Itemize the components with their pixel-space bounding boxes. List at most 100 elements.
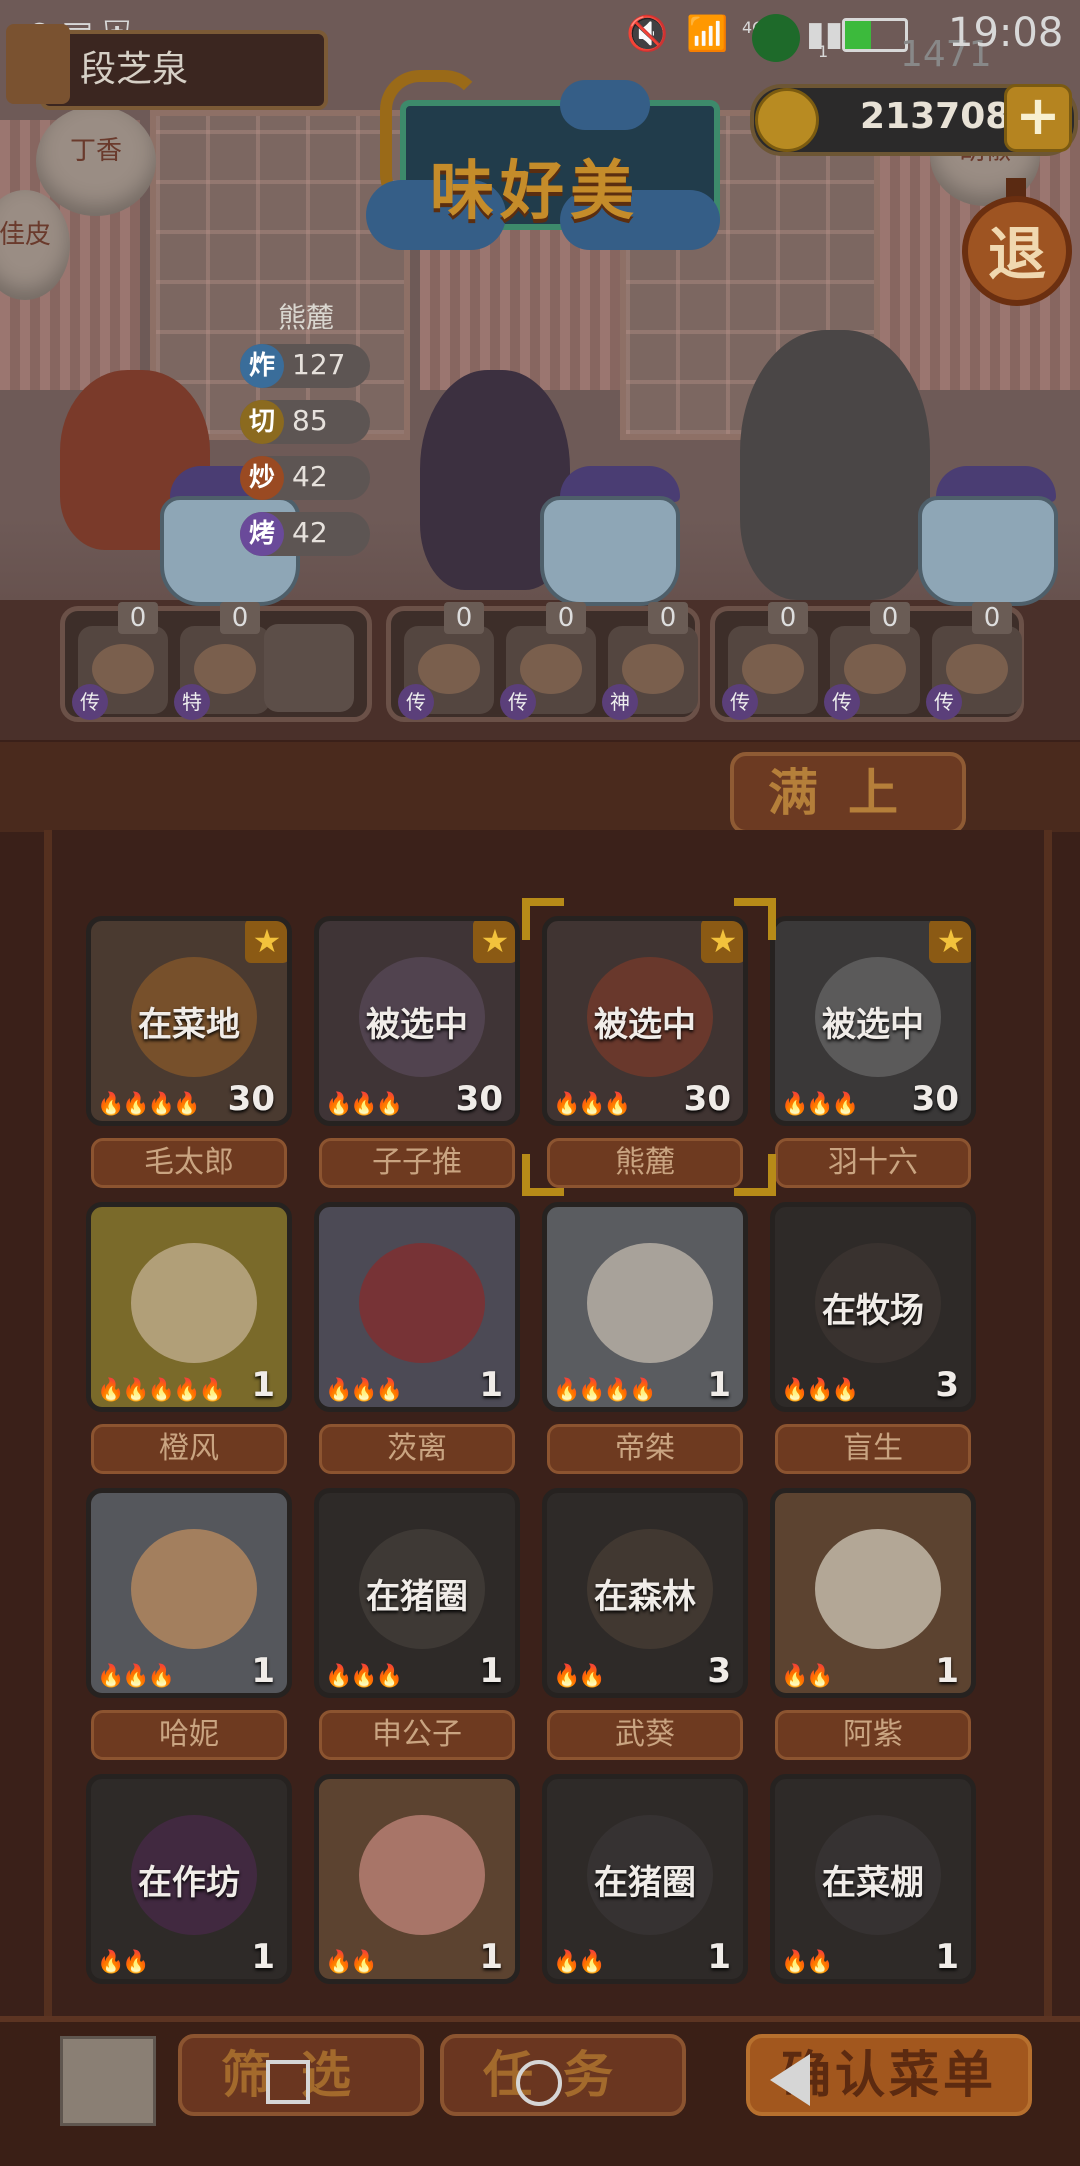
dish-count: 0 bbox=[648, 602, 688, 634]
chef-portrait bbox=[359, 1815, 485, 1935]
chef-name-plate: 哈妮 bbox=[91, 1710, 287, 1760]
battery-icon bbox=[842, 18, 908, 52]
dish-slot[interactable]: 0传 bbox=[500, 602, 596, 720]
chef-card[interactable]: 在森林 🔥🔥 3 bbox=[542, 1488, 748, 1698]
fill-up-button[interactable]: 满上 bbox=[730, 752, 966, 834]
dish-slot[interactable]: 0传 bbox=[824, 602, 920, 720]
flame-rating-icon: 🔥🔥🔥🔥 bbox=[97, 1092, 201, 1117]
dish-count: 0 bbox=[220, 602, 260, 634]
window-lattice-left bbox=[150, 110, 410, 440]
chef-card[interactable]: ★ 被选中 🔥🔥🔥 30 bbox=[542, 916, 748, 1126]
dish-rarity-badge: 特 bbox=[174, 684, 210, 720]
empty-dish-slot[interactable] bbox=[264, 624, 354, 712]
sim-number: 1 bbox=[818, 42, 829, 61]
chef-card[interactable]: 🔥🔥🔥🔥🔥 1 bbox=[86, 1202, 292, 1412]
chef-level: 1 bbox=[935, 1651, 959, 1691]
dish-rarity-badge: 传 bbox=[500, 684, 536, 720]
dish-slot[interactable]: 0传 bbox=[926, 602, 1022, 720]
coin-icon bbox=[755, 88, 819, 152]
chef-card[interactable]: ★ 在菜地 🔥🔥🔥🔥 30 bbox=[86, 916, 292, 1126]
chef-name-plate: 熊麓 bbox=[547, 1138, 743, 1188]
chef-card[interactable]: 在菜棚 🔥🔥 1 bbox=[770, 1774, 976, 1984]
add-coins-button[interactable]: + bbox=[1004, 84, 1072, 152]
chef-card[interactable]: ★ 被选中 🔥🔥🔥 30 bbox=[770, 916, 976, 1126]
flame-rating-icon: 🔥🔥 bbox=[325, 1950, 378, 1975]
chef-portrait bbox=[587, 1243, 713, 1363]
flame-rating-icon: 🔥🔥 bbox=[553, 1664, 606, 1689]
selection-corner bbox=[522, 898, 564, 940]
flame-rating-icon: 🔥🔥🔥 bbox=[781, 1092, 859, 1117]
selection-corner bbox=[522, 1154, 564, 1196]
chef-level: 1 bbox=[707, 1365, 731, 1405]
player-name: 段芝泉 bbox=[80, 49, 189, 90]
cooking-pot bbox=[540, 496, 680, 606]
stat-chef-name: 熊麓 bbox=[278, 301, 335, 334]
chef-status: 被选中 bbox=[366, 1005, 468, 1045]
flame-rating-icon: 🔥🔥🔥 bbox=[325, 1092, 403, 1117]
chef-level: 1 bbox=[479, 1651, 503, 1691]
chef-card[interactable]: 在牧场 🔥🔥🔥 3 bbox=[770, 1202, 976, 1412]
selection-corner bbox=[734, 1154, 776, 1196]
dish-slot[interactable]: 0特 bbox=[174, 602, 270, 720]
chef-card[interactable]: 🔥🔥🔥 1 bbox=[314, 1202, 520, 1412]
dish-food-icon bbox=[418, 644, 480, 694]
chef-status: 在菜地 bbox=[138, 1005, 240, 1045]
back-icon[interactable] bbox=[770, 2054, 810, 2106]
chef-card[interactable]: 在猪圈 🔥🔥🔥 1 bbox=[314, 1488, 520, 1698]
dish-slot[interactable]: 0神 bbox=[602, 602, 698, 720]
star-icon: ★ bbox=[929, 921, 971, 963]
chef-level: 1 bbox=[707, 1937, 731, 1977]
exit-button[interactable]: 退 bbox=[962, 196, 1072, 306]
dish-rarity-badge: 传 bbox=[72, 684, 108, 720]
stat-row: 炸 127 bbox=[240, 344, 370, 388]
star-icon: ★ bbox=[473, 921, 515, 963]
flame-rating-icon: 🔥🔥🔥🔥🔥 bbox=[97, 1378, 226, 1403]
dish-food-icon bbox=[742, 644, 804, 694]
chef-card[interactable]: 在猪圈 🔥🔥 1 bbox=[542, 1774, 748, 1984]
chef-level: 3 bbox=[935, 1365, 959, 1405]
chef-card[interactable]: ★ 被选中 🔥🔥🔥 30 bbox=[314, 916, 520, 1126]
dish-slot[interactable]: 0传 bbox=[398, 602, 494, 720]
stat-type-icon: 切 bbox=[240, 400, 284, 444]
chef-portrait bbox=[815, 1529, 941, 1649]
stat-row: 切 85 bbox=[240, 400, 370, 444]
recent-apps-icon[interactable] bbox=[266, 2060, 310, 2104]
chef-card[interactable]: 🔥🔥 1 bbox=[314, 1774, 520, 1984]
flame-rating-icon: 🔥🔥 bbox=[781, 1950, 834, 1975]
dish-slot[interactable]: 0传 bbox=[72, 602, 168, 720]
cloud-decoration-top bbox=[560, 80, 650, 130]
dish-rarity-badge: 神 bbox=[602, 684, 638, 720]
star-icon: ★ bbox=[245, 921, 287, 963]
player-avatar[interactable] bbox=[6, 24, 70, 104]
dish-food-icon bbox=[520, 644, 582, 694]
chef-card[interactable]: 在作坊 🔥🔥 1 bbox=[86, 1774, 292, 1984]
chef-level: 3 bbox=[707, 1651, 731, 1691]
chef-status: 在森林 bbox=[594, 1577, 696, 1617]
chef-name-plate: 帝桀 bbox=[547, 1424, 743, 1474]
chef-card[interactable]: 🔥🔥🔥🔥 1 bbox=[542, 1202, 748, 1412]
stat-value: 42 bbox=[292, 516, 328, 549]
task-button[interactable]: 任务 bbox=[440, 2034, 686, 2116]
dish-rarity-badge: 传 bbox=[926, 684, 962, 720]
chef-character-yushiliu[interactable] bbox=[740, 330, 930, 600]
flame-rating-icon: 🔥🔥 bbox=[553, 1950, 606, 1975]
chef-name-plate: 茨离 bbox=[319, 1424, 515, 1474]
home-icon[interactable] bbox=[516, 2060, 562, 2106]
dish-rarity-badge: 传 bbox=[398, 684, 434, 720]
mute-icon: 🔇 bbox=[626, 14, 669, 54]
stat-type-icon: 烤 bbox=[240, 512, 284, 556]
chef-name-plate: 羽十六 bbox=[775, 1138, 971, 1188]
chef-name-plate: 申公子 bbox=[319, 1710, 515, 1760]
flame-rating-icon: 🔥🔥🔥 bbox=[97, 1664, 175, 1689]
chef-card[interactable]: 🔥🔥 1 bbox=[770, 1488, 976, 1698]
chef-status: 在猪圈 bbox=[366, 1577, 468, 1617]
dish-rarity-badge: 传 bbox=[824, 684, 860, 720]
dish-slot[interactable]: 0传 bbox=[722, 602, 818, 720]
chef-card[interactable]: 🔥🔥🔥 1 bbox=[86, 1488, 292, 1698]
chef-level: 30 bbox=[683, 1079, 731, 1119]
chef-portrait bbox=[359, 1243, 485, 1363]
restaurant-title: 味好美 bbox=[430, 155, 640, 229]
dish-food-icon bbox=[194, 644, 256, 694]
hammer-icon[interactable] bbox=[60, 2036, 156, 2126]
stat-value: 85 bbox=[292, 404, 328, 437]
